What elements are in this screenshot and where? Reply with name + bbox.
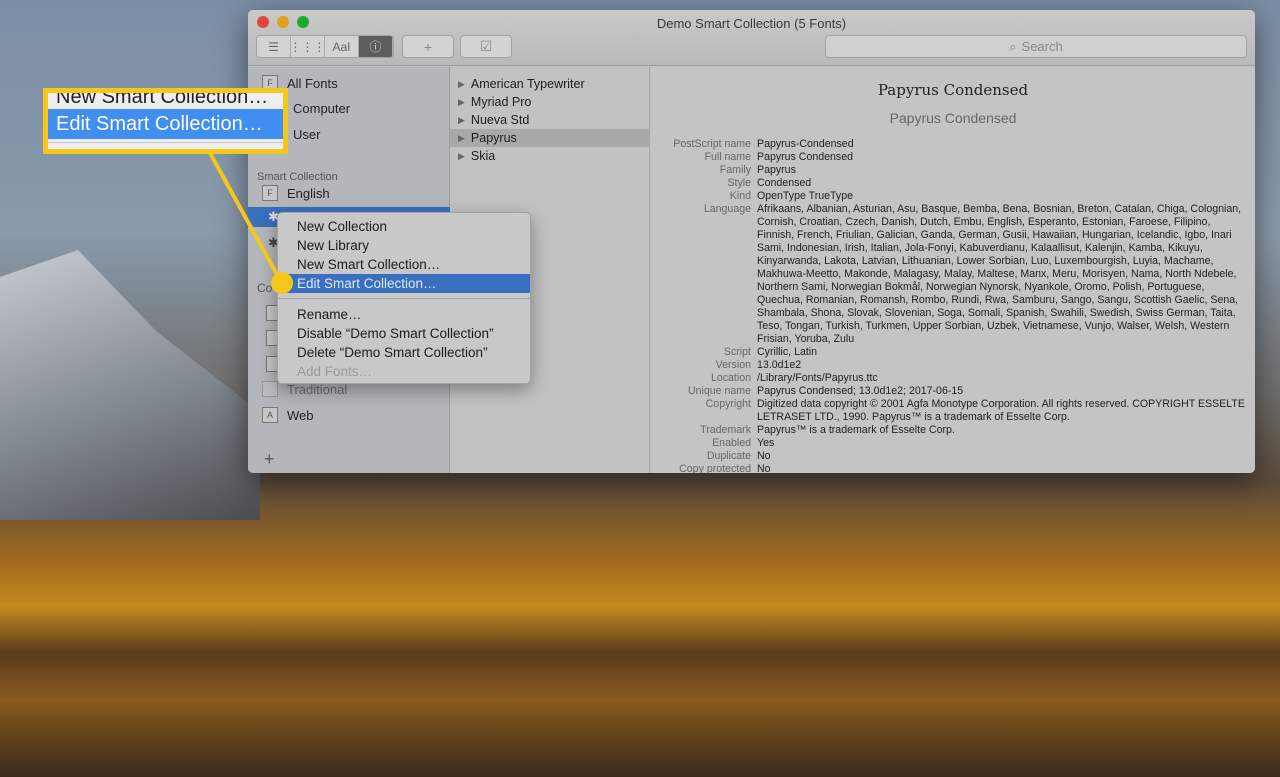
callout-new-smart-collection: New Smart Collection… <box>56 88 269 108</box>
callout-separator <box>48 142 283 143</box>
callout-dot <box>271 272 293 294</box>
callout-edit-smart-collection: Edit Smart Collection… <box>48 109 283 139</box>
callout-line <box>208 152 282 281</box>
zoom-callout: New Smart Collection… Edit Smart Collect… <box>43 88 288 154</box>
